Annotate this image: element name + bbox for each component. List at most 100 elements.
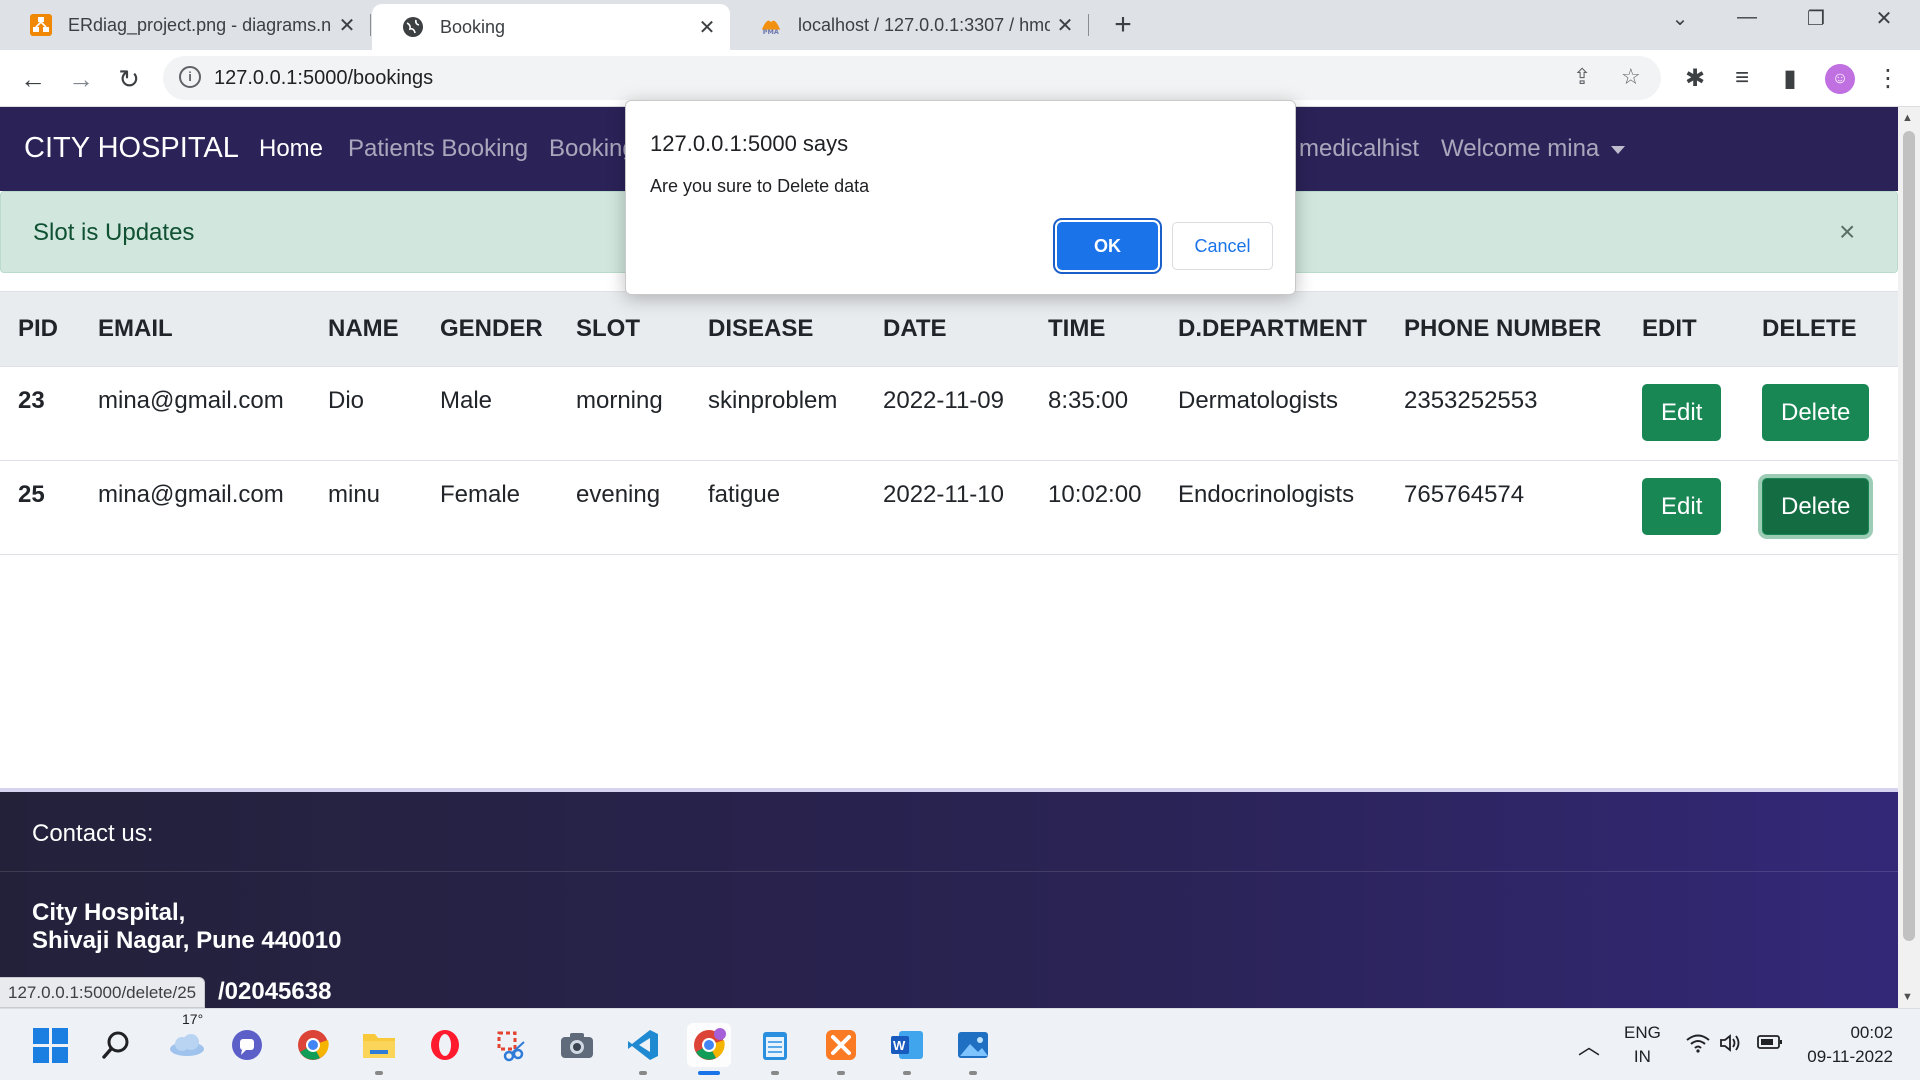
page-scrollbar[interactable]: ▲ ▼ — [1898, 107, 1920, 1008]
start-button[interactable] — [28, 1023, 72, 1067]
battery-icon[interactable] — [1757, 1034, 1783, 1055]
notepad-icon[interactable] — [753, 1023, 797, 1067]
side-panel-icon[interactable]: ▮ — [1774, 64, 1806, 93]
photos-icon[interactable] — [951, 1023, 995, 1067]
chrome-active-icon[interactable] — [687, 1023, 731, 1067]
header-phone: PHONE NUMBER — [1386, 291, 1624, 367]
table-header-row: PID EMAIL NAME GENDER SLOT DISEASE DATE … — [0, 291, 1898, 367]
cell-pid: 23 — [0, 366, 80, 461]
cell-date: 2022-11-09 — [865, 366, 1030, 461]
navbar-brand[interactable]: CITY HOSPITAL — [24, 132, 239, 165]
share-icon[interactable]: ⇪ — [1573, 64, 1591, 90]
nav-home[interactable]: Home — [259, 135, 323, 163]
vscode-icon[interactable] — [621, 1023, 665, 1067]
profile-avatar[interactable]: ☺ — [1825, 64, 1855, 94]
menu-icon[interactable]: ⋮ — [1872, 64, 1904, 93]
opera-icon[interactable] — [423, 1023, 467, 1067]
new-tab-button[interactable]: + — [1106, 8, 1140, 42]
weather-widget[interactable]: 17° — [160, 1011, 214, 1067]
chrome-icon[interactable] — [291, 1023, 335, 1067]
edit-button[interactable]: Edit — [1642, 384, 1722, 441]
taskbar-active-indicator — [698, 1071, 720, 1075]
svg-text:W: W — [893, 1038, 906, 1053]
edit-button[interactable]: Edit — [1642, 478, 1722, 535]
file-explorer-icon[interactable] — [357, 1023, 401, 1067]
weather-temp: 17° — [182, 1011, 204, 1027]
cell-edit: Edit — [1624, 460, 1744, 555]
xampp-icon[interactable] — [819, 1023, 863, 1067]
teams-chat-icon[interactable] — [225, 1023, 269, 1067]
close-icon[interactable]: ✕ — [1050, 13, 1080, 38]
close-alert-button[interactable]: × — [1839, 216, 1855, 248]
cell-email: mina@gmail.com — [80, 460, 310, 555]
header-gender: GENDER — [422, 291, 558, 367]
dialog-ok-button[interactable]: OK — [1057, 222, 1158, 270]
camera-icon[interactable] — [555, 1023, 599, 1067]
site-info-icon[interactable]: i — [179, 66, 201, 88]
dialog-cancel-button[interactable]: Cancel — [1172, 222, 1273, 270]
tab-booking[interactable]: Booking ✕ — [372, 4, 730, 50]
wifi-icon[interactable] — [1685, 1033, 1711, 1059]
media-controls-icon[interactable]: ≡ — [1726, 64, 1758, 92]
tab-title: ERdiag_project.png - diagrams.net — [68, 14, 332, 35]
cell-edit: Edit — [1624, 366, 1744, 461]
delete-button[interactable]: Delete — [1762, 478, 1870, 535]
close-icon[interactable]: ✕ — [692, 15, 722, 40]
windows-logo-icon — [32, 1027, 68, 1063]
delete-button[interactable]: Delete — [1762, 384, 1870, 441]
search-icon[interactable] — [94, 1023, 138, 1067]
scroll-up-icon[interactable]: ▲ — [1902, 112, 1913, 124]
tab-separator — [370, 14, 371, 36]
cell-disease: skinproblem — [690, 366, 865, 461]
header-email: EMAIL — [80, 291, 310, 367]
cell-email: mina@gmail.com — [80, 366, 310, 461]
restore-button[interactable]: ❐ — [1796, 6, 1836, 31]
header-pid: PID — [0, 291, 80, 367]
user-greeting: Welcome mina — [1441, 135, 1600, 162]
taskbar-running-indicator — [639, 1071, 647, 1075]
tab-title: localhost / 127.0.0.1:3307 / hmdb — [798, 14, 1050, 35]
cell-department: Dermatologists — [1160, 366, 1386, 461]
drawio-icon — [30, 14, 52, 36]
close-icon[interactable]: ✕ — [332, 13, 362, 38]
scrollbar-thumb[interactable] — [1903, 131, 1915, 941]
tab-title: Booking — [440, 16, 506, 37]
nav-user-dropdown[interactable]: Welcome mina — [1441, 135, 1626, 163]
language-indicator[interactable]: ENG IN — [1624, 1023, 1661, 1067]
url-text[interactable]: 127.0.0.1:5000/bookings — [214, 67, 433, 90]
confirm-dialog: 127.0.0.1:5000 says Are you sure to Dele… — [625, 100, 1296, 295]
reload-button[interactable]: ↻ — [112, 62, 146, 96]
snipping-tool-icon[interactable] — [489, 1023, 533, 1067]
tab-phpmyadmin[interactable]: PMA localhost / 127.0.0.1:3307 / hmdb ✕ — [730, 0, 1088, 50]
close-window-button[interactable]: ✕ — [1864, 6, 1904, 31]
back-button[interactable]: ← — [16, 62, 50, 96]
cell-department: Endocrinologists — [1160, 460, 1386, 555]
taskbar-running-indicator — [969, 1071, 977, 1075]
forward-button[interactable]: → — [64, 62, 98, 96]
show-hidden-icons-chevron-icon[interactable]: ︿ — [1578, 1029, 1600, 1061]
nav-medicalhist[interactable]: medicalhist — [1299, 135, 1419, 163]
phpmyadmin-icon: PMA — [760, 14, 782, 36]
browser-tab-strip: ERdiag_project.png - diagrams.net ✕ Book… — [0, 0, 1920, 50]
cell-name: Dio — [310, 366, 422, 461]
tab-search-icon[interactable]: ⌄ — [1660, 6, 1700, 31]
windows-taskbar: 17° W ︿ ENG IN 00:02 09-11-2022 — [0, 1008, 1920, 1080]
globe-icon — [402, 16, 424, 38]
dialog-message: Are you sure to Delete data — [650, 176, 870, 196]
clock-time: 00:02 — [1850, 1023, 1893, 1042]
address-bar[interactable]: i 127.0.0.1:5000/bookings ⇪ ☆ — [163, 56, 1661, 100]
clock[interactable]: 00:02 09-11-2022 — [1803, 1023, 1893, 1067]
minimize-button[interactable]: — — [1727, 6, 1767, 29]
svg-text:PMA: PMA — [763, 28, 779, 36]
nav-patients-booking[interactable]: Patients Booking — [348, 135, 528, 163]
bookmark-star-icon[interactable]: ☆ — [1621, 64, 1641, 90]
cell-phone: 765764574 — [1386, 460, 1624, 555]
header-department: D.DEPARTMENT — [1160, 291, 1386, 367]
scroll-down-icon[interactable]: ▼ — [1902, 991, 1913, 1003]
extensions-icon[interactable]: ✱ — [1679, 64, 1711, 93]
word-icon[interactable]: W — [885, 1023, 929, 1067]
header-name: NAME — [310, 291, 422, 367]
cell-delete: Delete — [1744, 366, 1898, 461]
volume-icon[interactable] — [1719, 1033, 1743, 1058]
tab-erdiag[interactable]: ERdiag_project.png - diagrams.net ✕ — [0, 0, 370, 50]
